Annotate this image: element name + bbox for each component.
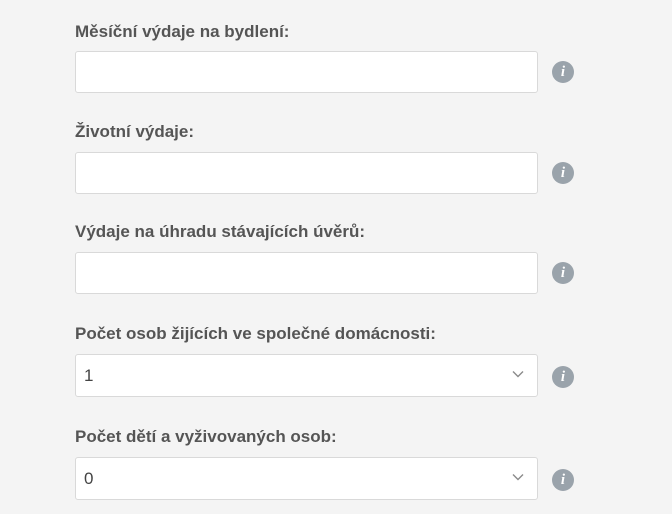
info-icon[interactable]: i	[552, 469, 574, 491]
loan-expenses-input[interactable]	[76, 253, 537, 293]
info-icon[interactable]: i	[552, 162, 574, 184]
field-dependents: Počet dětí a vyživovaných osob: 0 i	[75, 426, 585, 500]
loan-expenses-input-box[interactable]	[75, 252, 538, 294]
living-expenses-label: Životní výdaje:	[75, 122, 195, 141]
chevron-down-icon	[512, 371, 524, 378]
dependents-select[interactable]: 0	[75, 457, 538, 500]
living-expenses-input-box[interactable]	[75, 152, 538, 194]
living-expenses-input[interactable]	[76, 153, 537, 193]
expenses-form: Měsíční výdaje na bydlení: i Životní výd…	[0, 0, 672, 514]
household-persons-label: Počet osob žijících ve společné domácnos…	[75, 324, 436, 343]
field-housing-expenses: Měsíční výdaje na bydlení: i	[75, 21, 585, 93]
dependents-selected-value: 0	[84, 469, 94, 488]
info-icon[interactable]: i	[552, 262, 574, 284]
housing-expenses-input[interactable]	[76, 52, 537, 92]
housing-expenses-input-box[interactable]	[75, 51, 538, 93]
chevron-down-icon	[512, 474, 524, 481]
dependents-label: Počet dětí a vyživovaných osob:	[75, 427, 337, 446]
housing-expenses-label: Měsíční výdaje na bydlení:	[75, 22, 290, 41]
field-living-expenses: Životní výdaje: i	[75, 121, 585, 194]
field-household-persons: Počet osob žijících ve společné domácnos…	[75, 323, 585, 397]
loan-expenses-label: Výdaje na úhradu stávajících úvěrů:	[75, 222, 366, 241]
info-icon[interactable]: i	[552, 61, 574, 83]
household-persons-select[interactable]: 1	[75, 354, 538, 397]
field-loan-expenses: Výdaje na úhradu stávajících úvěrů: i	[75, 221, 585, 294]
info-icon[interactable]: i	[552, 366, 574, 388]
household-persons-selected-value: 1	[84, 366, 94, 385]
